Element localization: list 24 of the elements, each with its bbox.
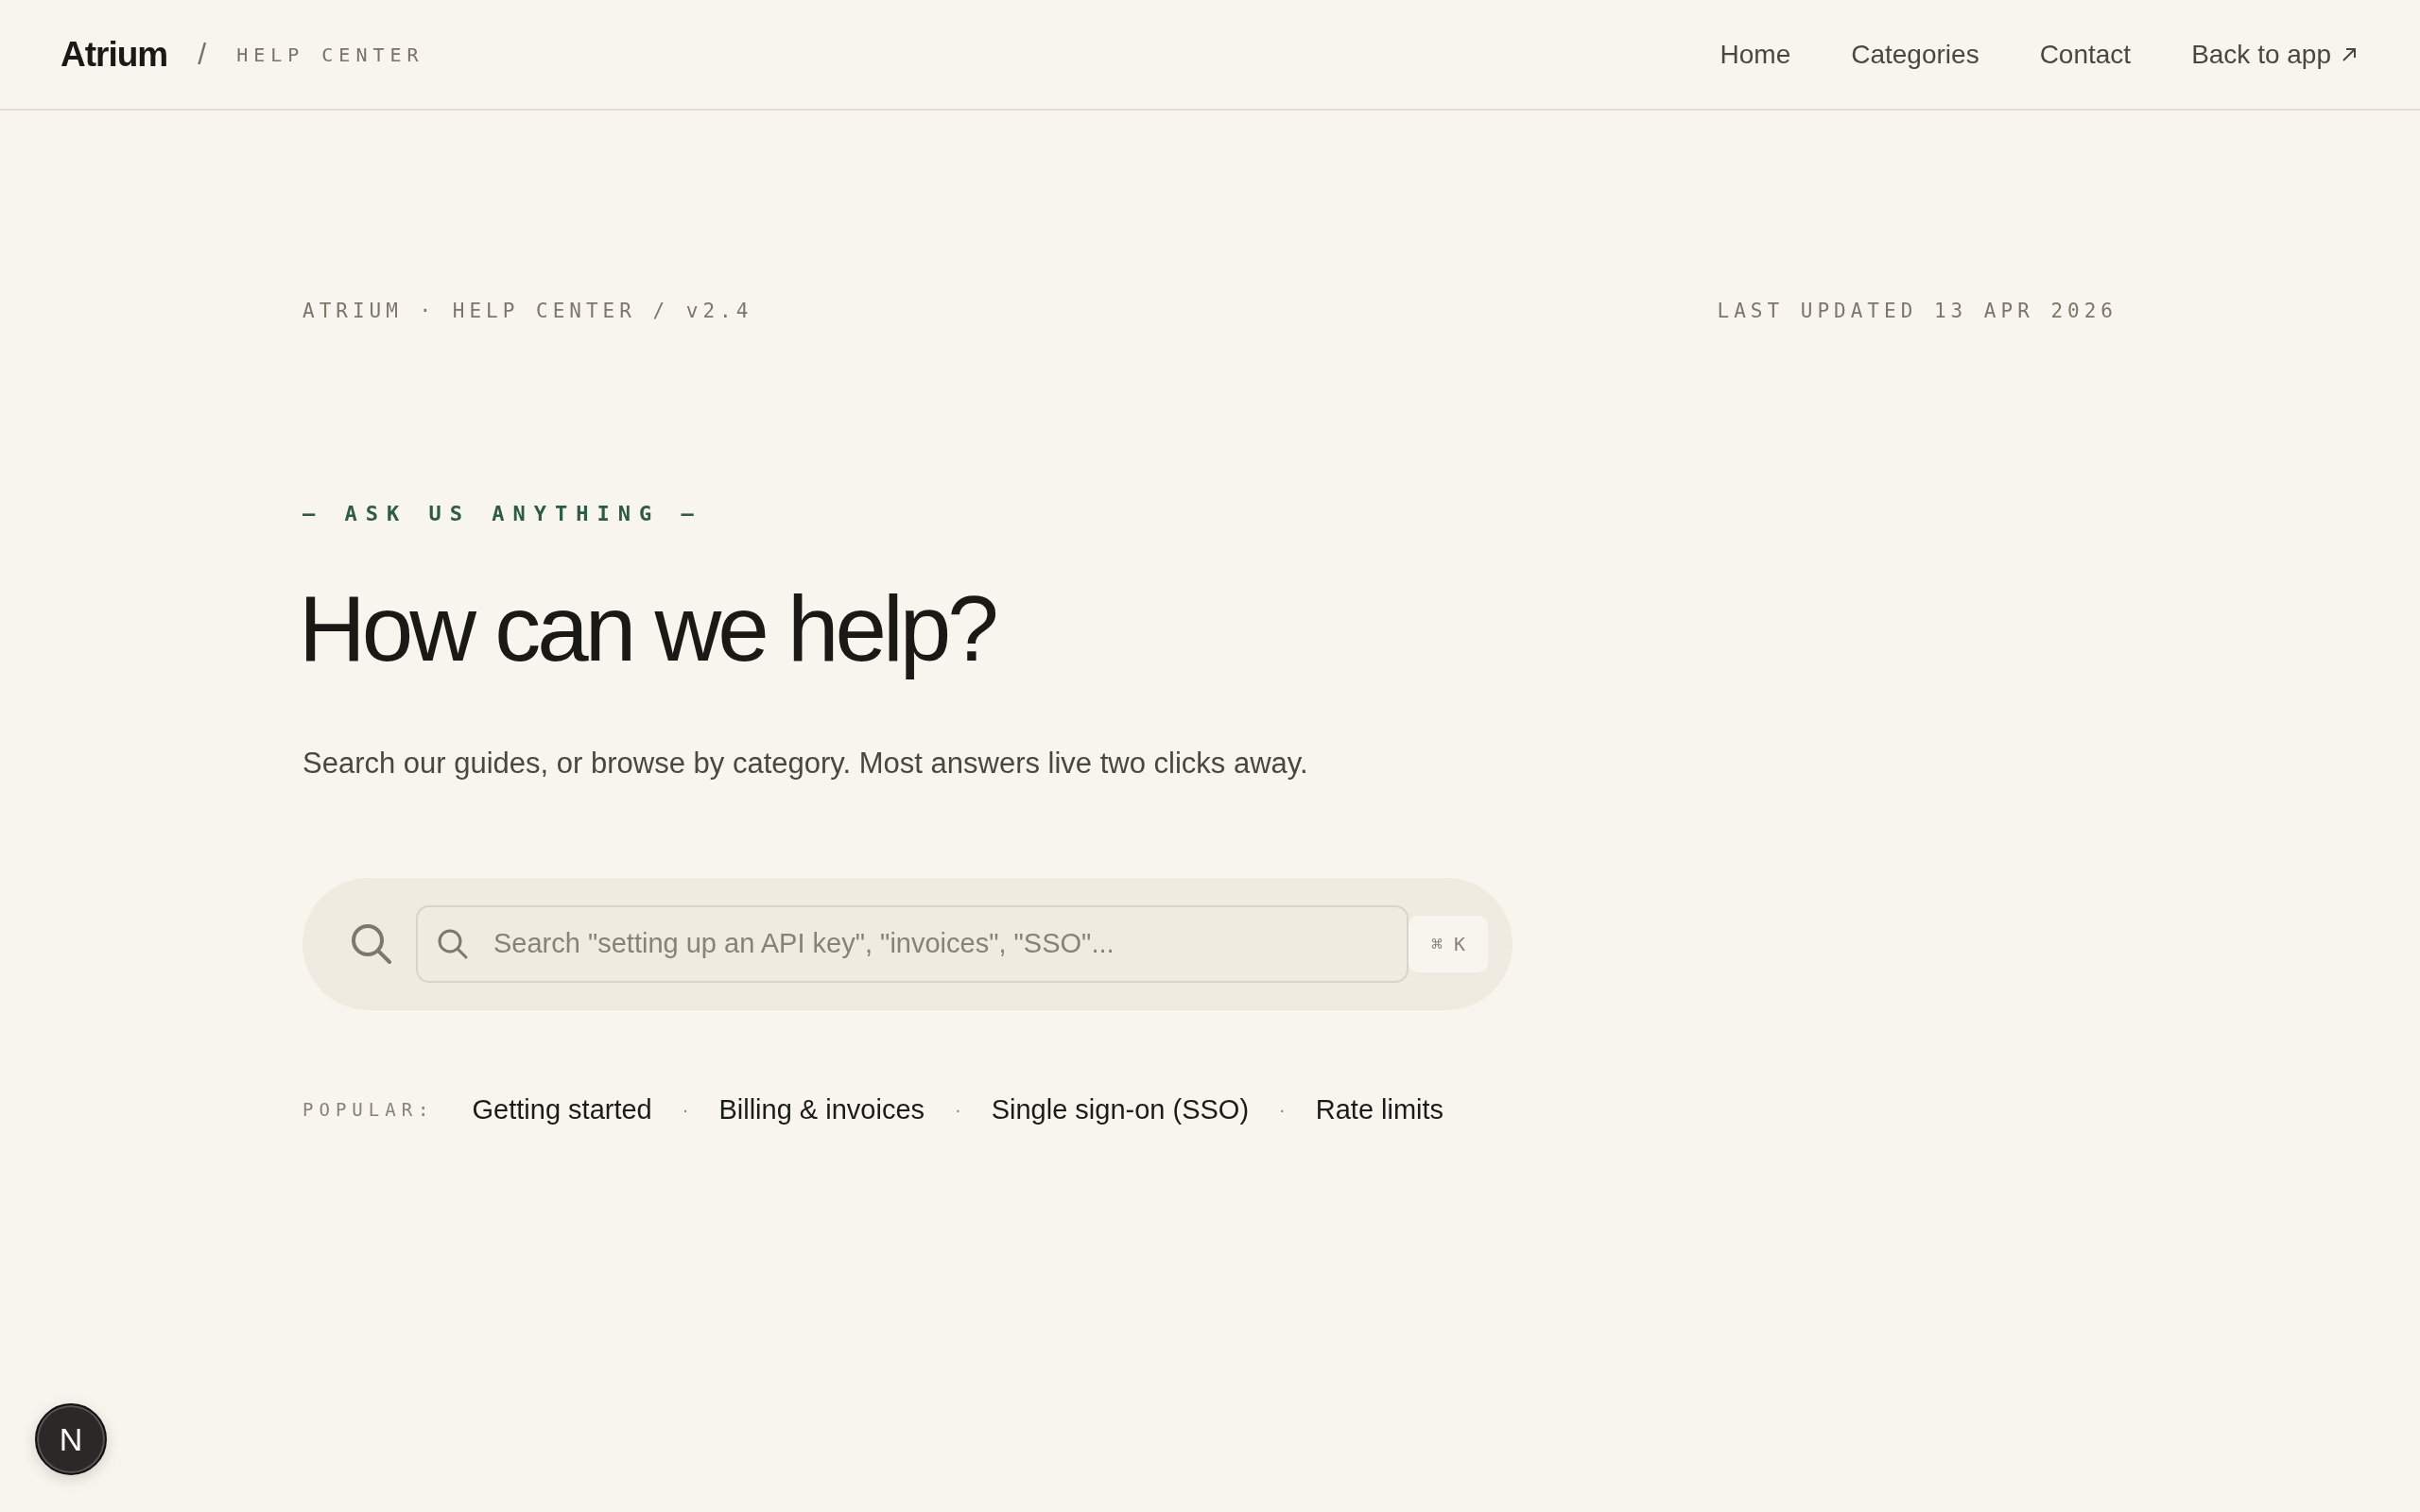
section-label: HELP CENTER xyxy=(236,43,424,66)
shortcut-key: ⌘ K xyxy=(1409,915,1488,972)
popular-link[interactable]: Billing & invoices xyxy=(718,1093,925,1125)
popular-label: POPULAR: xyxy=(302,1099,435,1121)
page-heading: How can we help? xyxy=(299,578,996,680)
separator-dot: · xyxy=(1279,1098,1286,1121)
separator-dot: · xyxy=(682,1098,689,1121)
nav-link[interactable]: Categories xyxy=(1851,39,1979,70)
nav-link[interactable]: Contact xyxy=(2039,39,2132,70)
brand-name[interactable]: Atrium xyxy=(60,34,168,75)
breadcrumb-separator: / xyxy=(198,37,207,72)
app-badge[interactable]: N xyxy=(35,1403,107,1475)
popular-link[interactable]: Rate limits xyxy=(1315,1093,1444,1125)
popular-link[interactable]: Getting started xyxy=(472,1093,652,1125)
last-updated: LAST UPDATED 13 APR 2026 xyxy=(1717,300,2118,322)
subtitle: Search our guides, or browse by category. Most answers live two clicks away. xyxy=(302,746,1309,781)
breadcrumb: ATRIUM · HELP CENTER / v2.4 xyxy=(302,300,753,322)
nav-link[interactable]: Home xyxy=(1720,39,1791,70)
nav-link[interactable]: Back to app xyxy=(2191,39,2360,70)
popular-link[interactable]: Single sign-on (SSO) xyxy=(991,1093,1250,1125)
search-icon xyxy=(350,921,393,966)
eyebrow-label: — ASK US ANYTHING — xyxy=(302,502,702,525)
search-field[interactable]: Search "setting up an API key", "invoices", "SSO"... xyxy=(416,904,1409,983)
separator-dot: · xyxy=(955,1098,961,1121)
